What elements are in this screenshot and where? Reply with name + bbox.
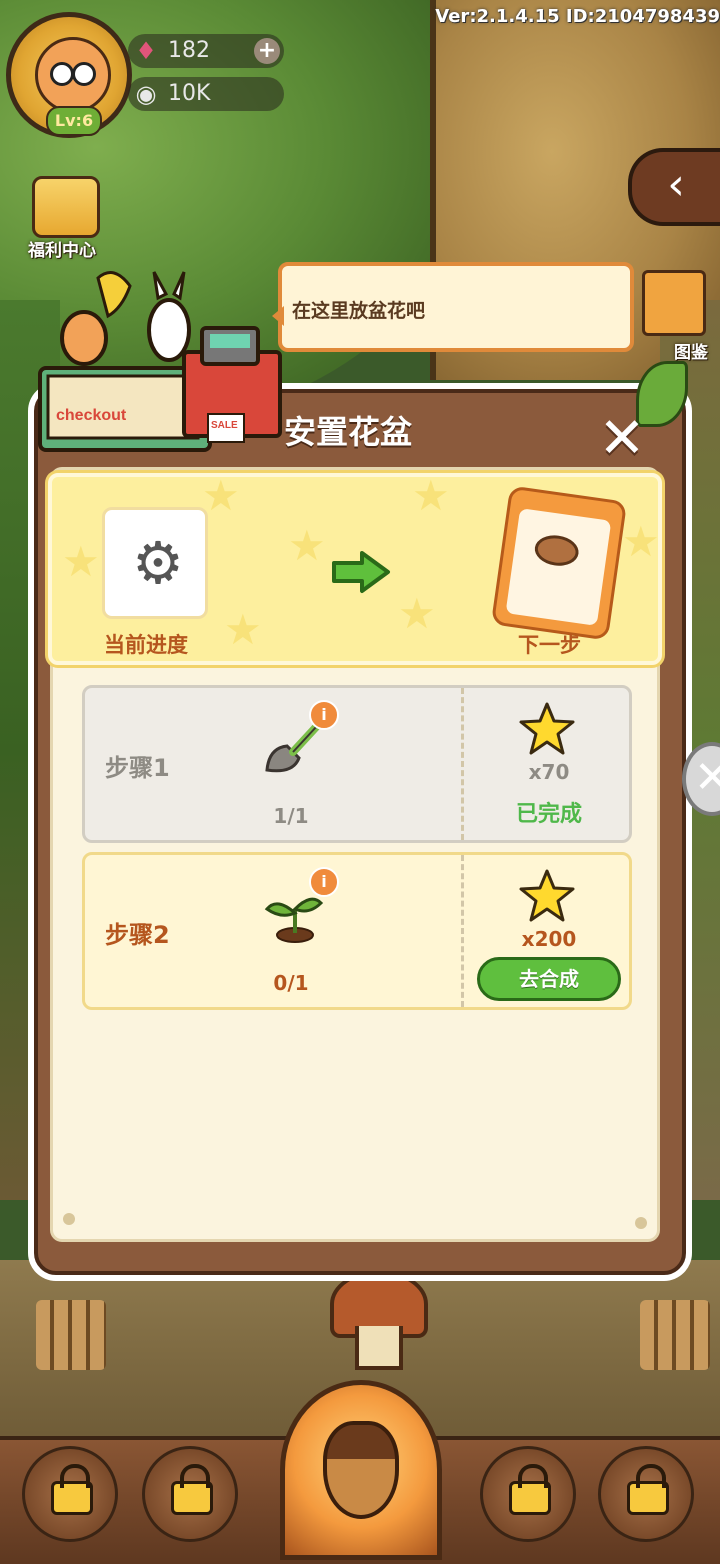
step-status: 已完成 [515, 802, 582, 827]
close-button[interactable]: ✕ [594, 411, 650, 469]
welfare-center-button[interactable]: 福利中心 [14, 176, 110, 266]
step-reward: x200 [521, 927, 577, 951]
fence [640, 1300, 710, 1370]
star-icon [519, 869, 575, 922]
atlas-label: 图鉴 [674, 343, 708, 363]
step-name: 步骤1 [105, 754, 170, 782]
current-progress-card: ⚙ [102, 507, 208, 619]
locked-slot[interactable] [598, 1446, 694, 1542]
checkout-sign: checkout [56, 407, 127, 424]
coin-value: 10K [168, 81, 211, 106]
seed-icon: ◉ [135, 80, 157, 108]
shop-counter-illustration: checkout SALE [38, 271, 282, 452]
sale-sign: SALE [211, 420, 238, 431]
star-bg-icon: ★ [398, 589, 436, 638]
acorn-main-button[interactable] [280, 1380, 442, 1560]
quest-dialog: 安置花盆 ✕ ★ ★ ★ ★ ★ ★ ★ ⚙ 当前进度 下一步 步骤1 i 1/… [28, 361, 692, 1281]
next-step-label: 下一步 [518, 633, 581, 657]
gem-counter: ♦ 182 + [128, 34, 284, 68]
step-reward: x70 [528, 760, 570, 784]
progress-banner: ★ ★ ★ ★ ★ ★ ★ ⚙ 当前进度 下一步 [48, 473, 662, 665]
next-step-card-inner [505, 508, 612, 626]
locked-slot[interactable] [142, 1446, 238, 1542]
star-bg-icon: ★ [412, 473, 450, 520]
step-divider [461, 688, 464, 840]
lock-icon [509, 1464, 551, 1515]
star-bg-icon: ★ [288, 521, 326, 570]
gem-value: 182 [168, 38, 210, 63]
star-bg-icon: ★ [622, 517, 660, 566]
locked-slot[interactable] [22, 1446, 118, 1542]
chevron-left-icon: ‹ [667, 159, 685, 210]
fence [36, 1300, 106, 1370]
side-panel-toggle[interactable]: ‹ [628, 148, 720, 226]
info-icon[interactable]: i [309, 700, 339, 730]
step-count: 1/1 [273, 804, 309, 828]
step-row: 步骤2 i 0/1 x200 去合成 [82, 852, 632, 1010]
star-bg-icon: ★ [224, 605, 262, 654]
step-divider [461, 855, 464, 1007]
mushroom-stem [355, 1326, 403, 1370]
close-icon: ✕ [694, 752, 720, 803]
hint-bubble: 在这里放盆花吧 [272, 262, 634, 352]
star-bg-icon: ★ [62, 537, 100, 586]
lock-icon [627, 1464, 669, 1515]
dialog-title: 安置花盆 [284, 413, 413, 451]
star-bg-icon: ★ [202, 473, 240, 520]
info-icon[interactable]: i [309, 867, 339, 897]
coin-counter: ◉ 10K [128, 77, 284, 111]
star-icon [519, 702, 575, 755]
acorn-icon [323, 1421, 399, 1519]
step-count: 0/1 [273, 971, 309, 995]
fox-avatar-icon [35, 37, 111, 113]
panel-dot [63, 1213, 75, 1225]
close-icon: ✕ [598, 406, 646, 471]
atlas-button[interactable]: 图鉴 [636, 270, 708, 363]
next-step-card [490, 485, 628, 641]
gift-box-icon [32, 176, 100, 238]
current-progress-label: 当前进度 [104, 633, 188, 657]
step-row: 步骤1 i 1/1 x70 已完成 [82, 685, 632, 843]
welfare-label: 福利中心 [28, 241, 96, 261]
lock-icon [51, 1464, 93, 1515]
hint-text: 在这里放盆花吧 [292, 300, 426, 322]
arrow-right-icon [332, 551, 390, 593]
locked-slot[interactable] [480, 1446, 576, 1542]
panel-dot [635, 1217, 647, 1229]
step-name: 步骤2 [105, 921, 170, 949]
gem-icon: ♦ [135, 37, 157, 65]
version-label: Ver:2.1.4.15 ID:2104798439 [435, 6, 720, 27]
gear-icon: ⚙ [132, 529, 184, 597]
go-synthesize-button[interactable]: 去合成 [477, 957, 621, 1001]
lock-icon [171, 1464, 213, 1515]
add-gems-button[interactable]: + [254, 38, 280, 64]
book-icon [642, 270, 706, 336]
level-badge: Lv:6 [46, 106, 102, 136]
